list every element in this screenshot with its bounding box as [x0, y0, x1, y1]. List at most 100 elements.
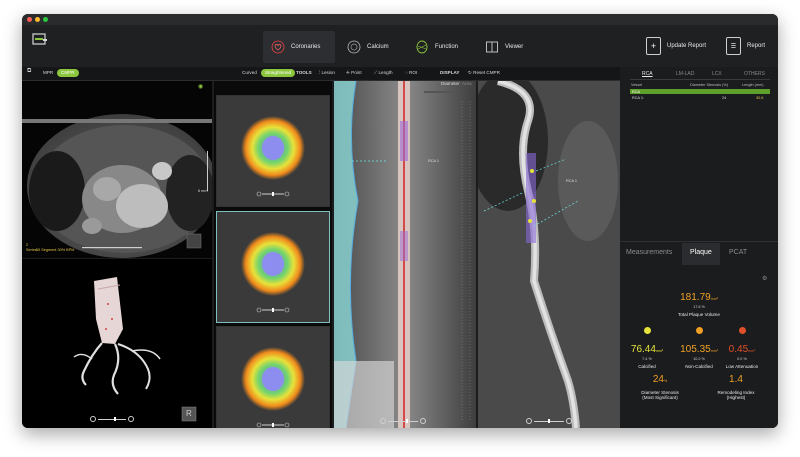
low-attenuation-unit: mm³ — [748, 349, 756, 353]
reset-cmpr-label: Reset CMPR — [473, 70, 500, 75]
top-navigation: Coronaries Calcium Function Viewer + Upd… — [22, 25, 778, 68]
slider-minus-icon[interactable] — [526, 418, 532, 424]
low-attenuation-stat: 0.45mm³ 0.0 % Low Attenuation — [711, 321, 773, 369]
area-toggle[interactable]: Area — [462, 81, 472, 86]
cross-section-column — [214, 81, 332, 428]
3d-vessel-viewport[interactable]: R — [22, 259, 212, 428]
row-length: 30.6 — [756, 95, 764, 100]
diameter-stenosis-stat: 24% Diameter Stenosis (Most Significant) — [620, 369, 700, 400]
vessel-tab-others[interactable]: OTHERS — [744, 71, 765, 77]
slider-minus-icon[interactable] — [380, 418, 386, 424]
close-window-button[interactable] — [27, 17, 32, 22]
total-volume-value: 181.79 — [680, 292, 711, 303]
remodeling-index-stat: 1.4 Remodeling Index (Highest) — [696, 369, 776, 400]
row-stenosis: 24 — [722, 95, 727, 100]
straightened-cmpr-viewport[interactable]: RCA 1 Diameter Area — [334, 81, 476, 428]
minimize-window-button[interactable] — [35, 17, 40, 22]
nav-coronaries[interactable]: Coronaries — [263, 31, 335, 63]
heart-icon — [271, 40, 285, 54]
axial-ct-viewport[interactable]: 6 mm 2 Series 55 Segment 30% BPM ◉ — [22, 81, 212, 258]
app-logo-icon — [32, 33, 48, 47]
tool-lesion-button[interactable]: ⫶ Lesion — [319, 70, 335, 75]
stenosis-unit: % — [663, 379, 668, 383]
slider-plus-icon[interactable] — [128, 416, 134, 422]
update-report-label: Update Report — [667, 43, 707, 49]
slider-minus-icon[interactable] — [90, 416, 96, 422]
remodeling-value: 1.4 — [729, 374, 743, 385]
results-sidebar: RCA LM-LAD LCX OTHERS Vessel Diameter St… — [620, 67, 778, 428]
nav-calcium-label: Calcium — [367, 44, 389, 50]
col-length: Length (mm) — [742, 83, 764, 87]
row-vessel: RCA 1: — [632, 95, 645, 100]
title-bar — [22, 14, 778, 25]
total-volume-percent: 17.6 % — [693, 305, 705, 309]
nav-calcium[interactable]: Calcium — [339, 31, 401, 63]
cross-section-2[interactable] — [216, 211, 330, 323]
report-label: Report — [747, 43, 766, 49]
report-button[interactable]: ☰ Report — [726, 34, 765, 58]
mode-cmpr-button[interactable]: CMPR — [57, 69, 79, 77]
tab-measurements[interactable]: Measurements — [626, 249, 672, 256]
nav-function[interactable]: Function — [407, 31, 469, 63]
vessel-tab-lcx[interactable]: LCX — [712, 71, 722, 77]
tool-roi-label: ROI — [409, 70, 418, 75]
nav-coronaries-label: Coronaries — [291, 44, 321, 50]
plus-icon: + — [646, 37, 661, 55]
mode-mpr-button[interactable]: MPR — [43, 70, 53, 75]
low-attenuation-value: 0.45 — [728, 344, 749, 355]
report-document-icon: ☰ — [726, 37, 741, 55]
curved-mpr-viewport[interactable]: RCA 1 — [478, 81, 620, 428]
tool-length-label: Length — [378, 70, 393, 75]
vessel-tab-rca[interactable]: RCA — [642, 71, 653, 77]
display-label: DISPLAY — [440, 70, 460, 75]
vessel-tab-lm-lad[interactable]: LM-LAD — [676, 71, 694, 77]
remodeling-sublabel: (Highest) — [726, 395, 746, 400]
app-window: Coronaries Calcium Function Viewer + Upd… — [22, 14, 778, 428]
cross-section-3[interactable] — [216, 326, 330, 428]
curved-rca1-label: RCA 1 — [566, 179, 577, 183]
tool-lesion-label: Lesion — [321, 70, 335, 75]
axial-measure: 6 mm — [198, 189, 208, 193]
cross-section-1[interactable] — [216, 95, 330, 207]
reset-cmpr-button[interactable]: ↻ Reset CMPR — [468, 70, 500, 76]
tab-pcat[interactable]: PCAT — [729, 249, 747, 256]
curved-slider[interactable] — [526, 418, 572, 424]
layout-icon[interactable]: ⧉ — [27, 68, 31, 75]
row-vessel: RCA — [632, 89, 641, 94]
col-vessel: Vessel — [631, 83, 643, 87]
calcium-icon — [347, 40, 361, 54]
tool-length-button[interactable]: ⟋ Length — [374, 70, 393, 75]
calcified-dot-icon — [643, 327, 651, 334]
eye-icon[interactable]: ◉ — [198, 83, 203, 90]
update-report-button[interactable]: + Update Report — [646, 34, 706, 58]
cmpr-slider[interactable] — [380, 418, 426, 424]
view-straightened-button[interactable]: Straightened — [261, 69, 296, 77]
nav-function-label: Function — [435, 44, 459, 50]
function-icon — [415, 40, 429, 54]
slider-plus-icon[interactable] — [420, 418, 426, 424]
settings-gear-icon[interactable]: ⚙ — [762, 275, 767, 282]
view-curved-button[interactable]: Curved — [242, 70, 257, 75]
slider-plus-icon[interactable] — [566, 418, 572, 424]
tool-point-button[interactable]: ✛ Point — [346, 70, 362, 76]
total-volume-label: Total Plaque Volume — [678, 312, 720, 317]
tools-label: TOOLS — [296, 70, 312, 75]
col-stenosis: Diameter Stenosis (%) — [690, 83, 728, 87]
diameter-toggle[interactable]: Diameter — [441, 81, 460, 86]
orientation-cube[interactable]: R — [186, 409, 192, 418]
maximize-window-button[interactable] — [43, 17, 48, 22]
stenosis-value: 24 — [652, 374, 664, 385]
nav-viewer[interactable]: Viewer — [477, 31, 527, 63]
noncalcified-dot-icon — [695, 327, 703, 334]
series-description: 55 Segment 30% BPM — [36, 248, 75, 252]
low-attenuation-percent: 0.0 % — [737, 357, 747, 361]
table-row[interactable]: RCA 1: 24 30.6 — [630, 95, 770, 100]
tab-plaque[interactable]: Plaque — [690, 249, 712, 256]
cmpr-rca1-label: RCA 1 — [428, 159, 439, 163]
calcified-value: 76.44 — [630, 344, 656, 355]
3d-slider[interactable] — [90, 416, 134, 422]
series-number: 2 — [26, 243, 29, 247]
table-row[interactable]: RCA — [630, 89, 770, 94]
total-plaque-volume: 181.79mm³ 17.6 % Total Plaque Volume — [659, 287, 739, 317]
tool-roi-button[interactable]: ◌ ROI — [405, 70, 417, 75]
